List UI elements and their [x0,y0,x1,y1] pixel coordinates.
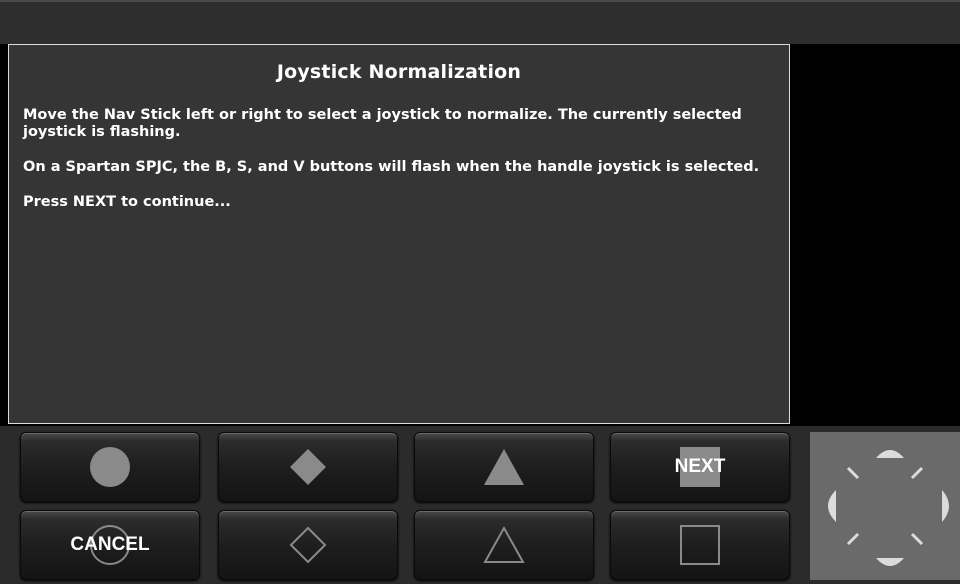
square-outline-icon [680,525,720,565]
top-bar [0,0,960,44]
dialog-body: Move the Nav Stick left or right to sele… [9,83,789,211]
spartan-note-text: On a Spartan SPJC, the B, S, and V butto… [23,159,760,175]
triangle-outline-icon [483,525,525,563]
triangle-outline-button[interactable] [414,510,594,580]
directional-pad[interactable] [810,432,960,580]
next-label: NEXT [674,456,726,477]
cancel-label: CANCEL [70,534,150,555]
diamond-button[interactable] [218,432,398,502]
diamond-filled-icon [290,449,326,485]
triangle-button[interactable] [414,432,594,502]
dialog-title: Joystick Normalization [276,61,522,83]
diamond-outline-icon [289,526,327,564]
instruction-text: Move the Nav Stick left or right to sele… [23,107,742,140]
triangle-filled-icon [484,449,524,485]
square-outline-button[interactable] [610,510,790,580]
diamond-outline-button[interactable] [218,510,398,580]
circle-filled-icon [90,447,130,487]
next-button[interactable]: NEXT [610,432,790,502]
side-panel [792,44,960,426]
cancel-button[interactable]: CANCEL [20,510,200,580]
circle-button[interactable] [20,432,200,502]
directional-pad-icon [828,450,949,566]
continue-prompt-text: Press NEXT to continue... [23,194,231,210]
joystick-normalization-dialog: Joystick Normalization Move the Nav Stic… [8,44,790,424]
